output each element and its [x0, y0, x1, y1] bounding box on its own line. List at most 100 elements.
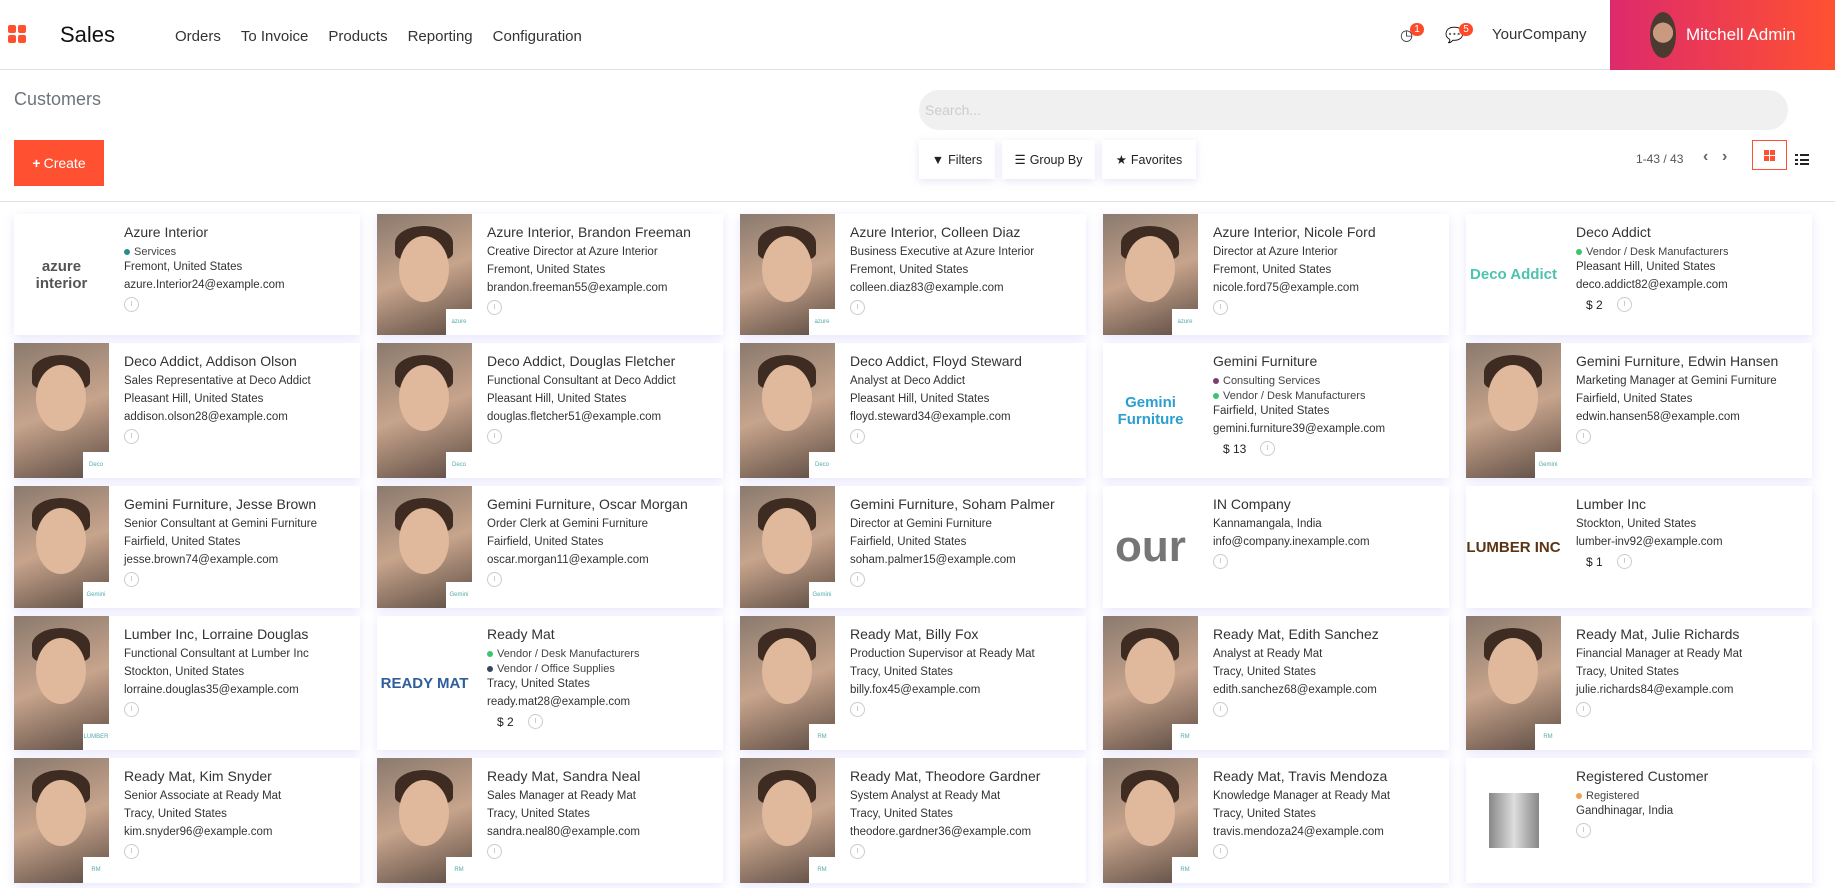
activity-clock-icon[interactable] — [850, 572, 865, 587]
company-logo-thumbnail: Gemini — [809, 582, 835, 608]
customer-card[interactable]: Gemini Gemini Furniture, Oscar Morgan Orde… — [377, 486, 723, 608]
activity-clock-icon[interactable] — [1213, 844, 1228, 859]
category-tag: Consulting Services — [1213, 375, 1449, 387]
activity-clock-icon[interactable] — [487, 300, 502, 315]
customer-card[interactable]: Deco Deco Addict, Addison Olson Sales Repr… — [14, 343, 360, 478]
activity-clock-icon[interactable] — [1576, 702, 1591, 717]
customer-card[interactable]: RM Ready Mat, Billy Fox Production Supervi… — [740, 616, 1086, 750]
group-by-label: Group By — [1029, 152, 1083, 167]
list-view-button[interactable] — [1795, 154, 1809, 165]
customer-name: Deco Addict, Addison Olson — [124, 353, 297, 369]
customer-card[interactable]: Registered Customer Registered Gandhinagar… — [1466, 758, 1812, 883]
activity-clock-icon[interactable] — [124, 844, 139, 859]
menu-products[interactable]: Products — [328, 28, 387, 45]
activity-clock-icon[interactable] — [487, 572, 502, 587]
contact-email: oscar.morgan11@example.com — [487, 554, 649, 566]
contact-detail: Marketing Manager at Gemini Furniture — [1576, 375, 1777, 387]
company-switcher[interactable]: YourCompany — [1492, 26, 1587, 43]
customer-card[interactable]: Deco Addict Deco Addict Vendor / Desk Manu… — [1466, 214, 1812, 335]
user-menu[interactable]: Mitchell Admin — [1610, 0, 1835, 70]
favorites-label: Favorites — [1130, 152, 1183, 167]
customer-name: Ready Mat, Theodore Gardner — [850, 768, 1041, 784]
group-by-button[interactable]: ☰ Group By — [1002, 140, 1095, 179]
messages-button[interactable]: 💬 5 — [1445, 23, 1473, 44]
customer-card[interactable]: RM Ready Mat, Sandra Neal Sales Manager at… — [377, 758, 723, 883]
kanban-view-button[interactable] — [1752, 140, 1787, 170]
customer-name: Ready Mat, Julie Richards — [1576, 626, 1740, 642]
contact-detail: Tracy, United States — [1213, 666, 1316, 678]
activity-clock-icon[interactable] — [124, 572, 139, 587]
contact-email: jesse.brown74@example.com — [124, 554, 279, 566]
activity-clock-icon[interactable] — [850, 702, 865, 717]
customer-card[interactable]: azure Azure Interior, Nicole Ford Director… — [1103, 214, 1449, 335]
filters-button[interactable]: ▼ Filters — [919, 140, 995, 179]
activity-clock-icon[interactable] — [1576, 823, 1591, 838]
customer-card[interactable]: our IN Company Kannamangala, India info@com… — [1103, 486, 1449, 608]
pager-next-icon[interactable]: › — [1722, 148, 1727, 166]
customer-name: Deco Addict, Floyd Steward — [850, 353, 1022, 369]
favorites-button[interactable]: ★ Favorites — [1102, 140, 1196, 179]
menu-to-invoice[interactable]: To Invoice — [241, 28, 309, 45]
pager-value[interactable]: 1-43 / 43 — [1636, 152, 1683, 166]
menu-configuration[interactable]: Configuration — [493, 28, 582, 45]
app-menu-icon[interactable] — [8, 25, 26, 43]
activity-clock-icon[interactable] — [850, 300, 865, 315]
customer-card[interactable]: azure Azure Interior, Brandon Freeman Crea… — [377, 214, 723, 335]
contact-detail: Tracy, United States — [487, 808, 590, 820]
activity-badge: 1 — [1410, 23, 1424, 36]
company-logo: LUMBER INC — [1466, 538, 1561, 556]
contact-detail: Production Supervisor at Ready Mat — [850, 648, 1035, 660]
activity-clock-icon[interactable] — [527, 714, 543, 729]
activity-clock-icon[interactable] — [1213, 300, 1228, 315]
customer-name: Ready Mat, Sandra Neal — [487, 768, 641, 784]
activity-clock-icon[interactable] — [1213, 554, 1228, 569]
activity-clock-icon[interactable] — [124, 702, 139, 717]
company-logo-thumbnail: RM — [1535, 724, 1561, 750]
company-logo-thumbnail: Gemini — [446, 582, 472, 608]
activity-clock-icon[interactable] — [1213, 702, 1228, 717]
app-name[interactable]: Sales — [60, 22, 115, 48]
activity-clock-icon[interactable] — [1616, 297, 1632, 312]
menu-reporting[interactable]: Reporting — [408, 28, 473, 45]
activity-clock-icon[interactable] — [850, 429, 865, 444]
activity-clock-icon[interactable] — [487, 429, 502, 444]
create-button[interactable]: + Create — [14, 140, 104, 186]
customer-card[interactable]: RM Ready Mat, Edith Sanchez Analyst at Rea… — [1103, 616, 1449, 750]
building-icon — [1488, 793, 1539, 848]
activity-clock-icon[interactable] — [124, 297, 139, 312]
menu-orders[interactable]: Orders — [175, 28, 221, 45]
customer-card[interactable]: RM Ready Mat, Kim Snyder Senior Associate … — [14, 758, 360, 883]
customer-card[interactable]: RM Ready Mat, Travis Mendoza Knowledge Man… — [1103, 758, 1449, 883]
customer-card[interactable]: Gemini Furniture Gemini Furniture Consulti… — [1103, 343, 1449, 478]
contact-detail: Order Clerk at Gemini Furniture — [487, 518, 649, 530]
customer-card[interactable]: azure Azure Interior, Colleen Diaz Busines… — [740, 214, 1086, 335]
activity-clock-icon[interactable] — [487, 844, 502, 859]
customer-name: Registered Customer — [1576, 768, 1709, 784]
customer-card[interactable]: Gemini Gemini Furniture, Edwin Hansen Mark… — [1466, 343, 1812, 478]
company-logo-thumbnail: Deco — [809, 452, 835, 478]
contact-detail: Senior Associate at Ready Mat — [124, 790, 282, 802]
contact-detail: Stockton, United States — [124, 666, 245, 678]
customer-card[interactable]: READY MAT Ready Mat Vendor / Desk Manufact… — [377, 616, 723, 750]
customer-card[interactable]: Deco Deco Addict, Douglas Fletcher Functio… — [377, 343, 723, 478]
search-input[interactable] — [919, 90, 1788, 130]
customer-card[interactable]: Gemini Gemini Furniture, Soham Palmer Dire… — [740, 486, 1086, 608]
activity-clock-icon[interactable] — [124, 429, 139, 444]
customer-card[interactable]: LUMBER Lumber Inc, Lorraine Douglas Functi… — [14, 616, 360, 750]
customer-name: Gemini Furniture, Oscar Morgan — [487, 496, 688, 512]
customer-card[interactable]: Deco Deco Addict, Floyd Steward Analyst at… — [740, 343, 1086, 478]
customer-card[interactable]: RM Ready Mat, Julie Richards Financial Man… — [1466, 616, 1812, 750]
activity-clock-icon[interactable] — [850, 844, 865, 859]
bars-icon: ☰ — [1014, 153, 1026, 167]
customer-card[interactable]: Gemini Gemini Furniture, Jesse Brown Senio… — [14, 486, 360, 608]
activity-button[interactable]: ◷ 1 — [1400, 23, 1424, 44]
activity-clock-icon[interactable] — [1260, 441, 1276, 456]
customer-card[interactable]: RM Ready Mat, Theodore Gardner System Anal… — [740, 758, 1086, 883]
contact-detail: Tracy, United States — [487, 678, 590, 690]
customer-card[interactable]: azure interior Azure Interior Services Frem… — [14, 214, 360, 335]
customer-card[interactable]: LUMBER INC Lumber Inc Stockton, United Sta… — [1466, 486, 1812, 608]
activity-clock-icon[interactable] — [1616, 554, 1632, 569]
pager-previous-icon[interactable]: ‹ — [1703, 148, 1708, 166]
company-logo-thumbnail: Deco — [446, 452, 472, 478]
activity-clock-icon[interactable] — [1576, 429, 1591, 444]
